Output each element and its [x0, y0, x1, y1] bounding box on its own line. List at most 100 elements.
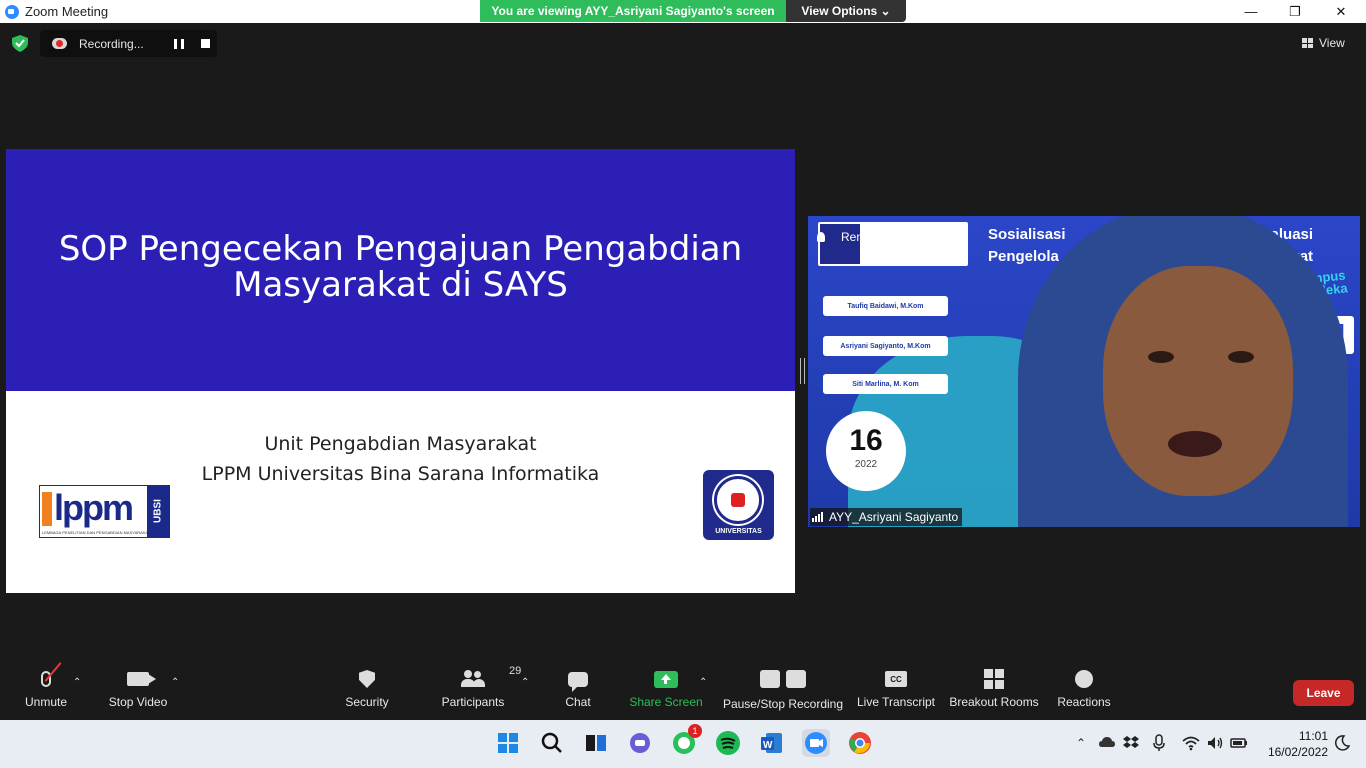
background-speaker-card-1: Taufiq Baidawi, M.Kom: [823, 296, 948, 316]
onedrive-cloud-icon[interactable]: [1098, 734, 1116, 752]
closed-caption-icon: CC: [885, 671, 907, 687]
breakout-rooms-icon: [984, 669, 1004, 689]
word-icon[interactable]: W: [758, 729, 786, 757]
clock-time: 11:01: [1298, 729, 1328, 743]
encryption-shield-icon[interactable]: [12, 35, 28, 52]
participants-count: 29: [509, 665, 522, 677]
recording-label: Recording...: [79, 36, 144, 51]
breakout-rooms-button[interactable]: Breakout Rooms: [948, 663, 1040, 720]
recording-indicator: Recording...: [40, 30, 217, 57]
battery-icon[interactable]: [1230, 734, 1248, 752]
close-button[interactable]: ✕: [1318, 0, 1364, 23]
chat-icon: [568, 671, 588, 692]
show-hidden-icons-button[interactable]: ⌃: [1076, 734, 1086, 752]
pause-stop-recording-button[interactable]: Pause/Stop Recording: [722, 663, 844, 720]
notifications-moon-icon[interactable]: [1334, 734, 1350, 752]
microphone-tray-icon[interactable]: [1152, 734, 1166, 752]
lppm-logo: lppm UBSI LEMBAGA PENELITIAN DAN PENGABD…: [39, 485, 170, 538]
remove-spotlight-button[interactable]: Remove Spotlight: [817, 229, 936, 245]
dropbox-icon[interactable]: [1122, 734, 1140, 752]
participants-options-caret[interactable]: ⌃: [521, 677, 531, 688]
video-camera-icon: [127, 672, 156, 686]
reactions-button[interactable]: Reactions: [1056, 663, 1112, 720]
participant-name-label: AYY_Asriyani Sagiyanto: [810, 508, 963, 526]
panel-resize-handle[interactable]: [800, 358, 805, 384]
teams-chat-icon[interactable]: [626, 729, 654, 757]
maximize-button[interactable]: ❐: [1272, 0, 1318, 23]
unmute-button[interactable]: Unmute: [22, 662, 70, 720]
background-speaker-card-3: Siti Marlina, M. Kom: [823, 374, 948, 394]
spotify-icon[interactable]: [714, 729, 742, 757]
share-screen-button[interactable]: Share Screen: [629, 663, 703, 720]
participants-button[interactable]: 29 Participants: [440, 663, 522, 720]
audio-options-caret[interactable]: ⌃: [73, 677, 83, 688]
pause-recording-icon[interactable]: [174, 39, 184, 49]
reactions-smiley-icon: [1075, 670, 1093, 688]
whatsapp-icon[interactable]: 1: [670, 724, 702, 757]
slide-title-line-1: SOP Pengecekan Pengajuan Pengabdian: [58, 229, 743, 269]
pause-stop-recording-label: Pause/Stop Recording: [722, 697, 844, 711]
security-button[interactable]: Security: [344, 663, 390, 720]
ubsi-seal-icon: [714, 476, 762, 524]
slide-title: SOP Pengecekan Pengajuan Pengabdian Masy…: [6, 231, 795, 303]
shared-screen-slide: SOP Pengecekan Pengajuan Pengabdian Masy…: [6, 149, 795, 593]
stop-icon: [786, 670, 806, 688]
remove-spotlight-label: Remove Spotlight: [841, 230, 936, 244]
share-options-caret[interactable]: ⌃: [699, 677, 709, 688]
viewing-banner: You are viewing AYY_Asriyani Sagiyanto's…: [480, 0, 786, 22]
security-label: Security: [345, 695, 389, 709]
whatsapp-badge: 1: [688, 724, 702, 738]
wifi-icon[interactable]: [1182, 734, 1200, 752]
stop-video-button[interactable]: Stop Video: [106, 663, 170, 720]
view-grid-icon: [1302, 38, 1313, 48]
zoom-app-icon: [5, 4, 19, 19]
view-label: View: [1319, 36, 1345, 50]
lppm-logo-accent: [42, 492, 52, 526]
view-options-button[interactable]: View Options ⌄: [786, 0, 906, 22]
window-title: Zoom Meeting: [25, 4, 109, 19]
volume-icon[interactable]: [1206, 734, 1224, 752]
recording-cloud-icon: [52, 38, 67, 49]
ubsi-logo-label: UNIVERSITAS: [715, 528, 762, 535]
unmute-label: Unmute: [24, 695, 68, 709]
ubsi-university-logo: UNIVERSITAS: [703, 470, 774, 540]
chat-button[interactable]: Chat: [562, 663, 594, 720]
security-shield-icon: [359, 670, 375, 688]
stop-video-label: Stop Video: [108, 695, 168, 709]
participants-label: Participants: [441, 695, 505, 709]
share-screen-label: Share Screen: [629, 695, 703, 709]
search-icon[interactable]: [538, 729, 566, 757]
background-speaker-card-2: Asriyani Sagiyanto, M.Kom: [823, 336, 948, 356]
video-options-caret[interactable]: ⌃: [171, 677, 181, 688]
minimize-button[interactable]: —: [1228, 0, 1274, 23]
slide-title-line-2: Masyarakat di SAYS: [233, 265, 568, 305]
task-view-icon[interactable]: [582, 729, 610, 757]
pause-icon: [760, 670, 780, 688]
view-layout-button[interactable]: View: [1302, 33, 1345, 53]
connection-signal-icon: [812, 512, 823, 522]
meeting-toolbar: Unmute ⌃ Stop Video ⌃ Security 29 Partic…: [0, 662, 1366, 720]
participant-name: AYY_Asriyani Sagiyanto: [829, 510, 959, 524]
windows-start-icon[interactable]: [494, 729, 522, 757]
live-transcript-button[interactable]: CC Live Transcript: [856, 663, 936, 720]
share-screen-icon: [654, 670, 678, 688]
participants-icon: [461, 670, 485, 688]
participant-person: [998, 216, 1358, 527]
leave-button[interactable]: Leave: [1293, 680, 1354, 706]
zoom-taskbar-icon[interactable]: [802, 729, 830, 757]
live-transcript-label: Live Transcript: [856, 695, 936, 709]
background-date-circle: 16 2022: [826, 411, 906, 491]
chrome-icon[interactable]: [846, 729, 874, 757]
spotlight-pin-icon: [817, 232, 825, 242]
system-clock[interactable]: 11:01 16/02/2022: [1258, 728, 1328, 760]
windows-taskbar: 1 W ⌃ 11:01 16/02/2022: [0, 720, 1366, 768]
reactions-label: Reactions: [1057, 695, 1111, 709]
chat-label: Chat: [565, 695, 591, 709]
breakout-rooms-label: Breakout Rooms: [949, 695, 1039, 709]
slide-subtitle-line-1: Unit Pengabdian Masyarakat: [264, 433, 537, 455]
slide-subtitle: Unit Pengabdian Masyarakat LPPM Universi…: [6, 429, 795, 489]
lppm-logo-caption: LEMBAGA PENELITIAN DAN PENGABDIAN MASYAR…: [42, 530, 151, 535]
participant-video-tile[interactable]: Sosialisasi Pengelola dan Evaluasi n Mas…: [808, 216, 1360, 527]
svg-text:W: W: [763, 740, 773, 751]
stop-recording-icon[interactable]: [201, 39, 210, 48]
